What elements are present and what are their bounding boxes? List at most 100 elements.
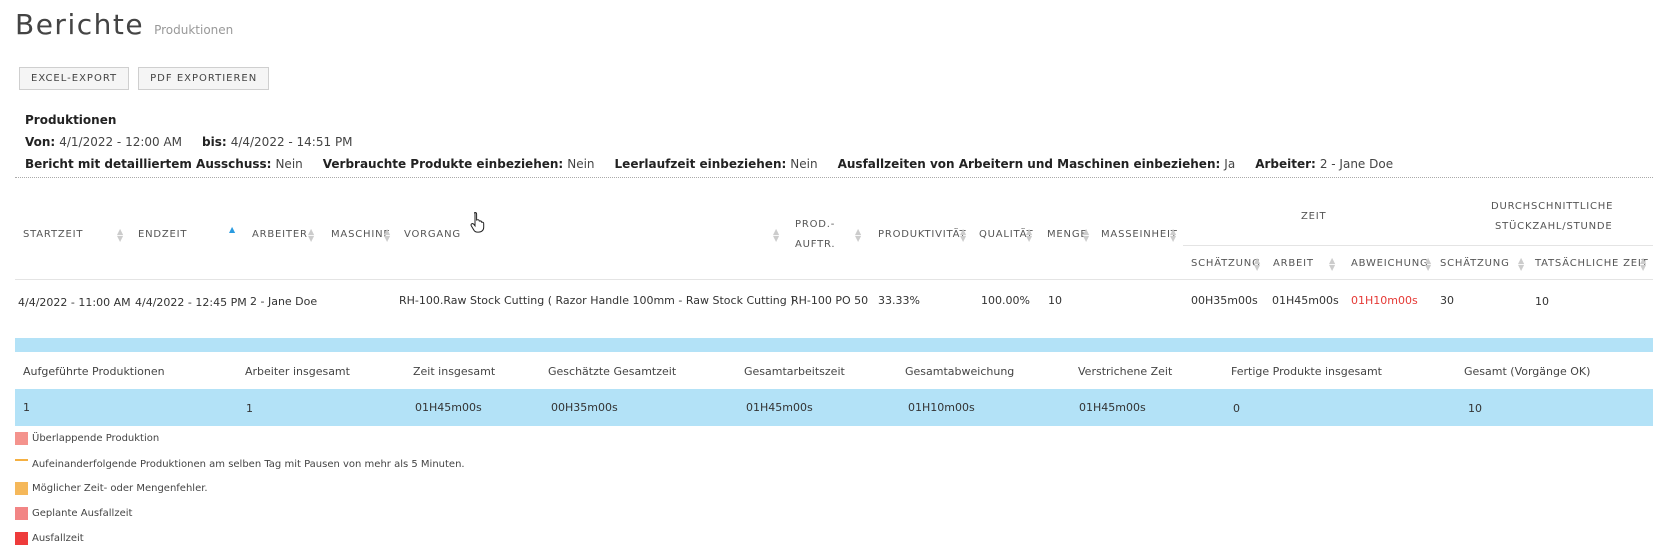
divider xyxy=(15,177,1653,178)
legend-item: Geplante Ausfallzeit xyxy=(15,507,132,520)
sort-icon[interactable]: ▲ ▼ xyxy=(117,228,123,243)
sort-icon[interactable]: ▲ ▼ xyxy=(855,228,861,243)
summary-finished-value: 0 xyxy=(1233,402,1240,415)
col-estimate[interactable]: SCHÄTZUNG xyxy=(1191,258,1261,269)
summary-total-time-label: Zeit insgesamt xyxy=(413,365,496,378)
sort-icon[interactable]: ▲ ▼ xyxy=(308,228,314,243)
page-header: Berichte Produktionen xyxy=(15,8,233,41)
summary-listed-value: 1 xyxy=(23,401,30,414)
legend-item: Überlappende Produktion xyxy=(15,432,159,445)
excel-export-button[interactable]: EXCEL-EXPORT xyxy=(19,67,130,90)
legend-swatch xyxy=(15,482,28,495)
col-worker[interactable]: ARBEITER xyxy=(252,229,308,240)
col-prod-order-line2[interactable]: AUFTR. xyxy=(795,239,835,250)
col-avg-estimate[interactable]: SCHÄTZUNG xyxy=(1440,258,1510,269)
detailed-scrap-value: Nein xyxy=(275,157,303,171)
legend-item: Ausfallzeit xyxy=(15,532,84,545)
sort-icon[interactable]: ▲ ▼ xyxy=(384,228,390,243)
legend-label: Überlappende Produktion xyxy=(32,433,160,444)
detailed-scrap-label: Bericht mit detailliertem Ausschuss: xyxy=(25,157,272,171)
downtime-value: Ja xyxy=(1224,157,1236,171)
cell-productivity: 33.33% xyxy=(878,294,920,307)
sort-icon[interactable]: ▲ ▼ xyxy=(1170,228,1176,243)
summary-finished-label: Fertige Produkte insgesamt xyxy=(1231,365,1382,378)
consumed-value: Nein xyxy=(567,157,595,171)
cell-prod-order: RH-100 PO 50 xyxy=(791,294,869,307)
col-start[interactable]: STARTZEIT xyxy=(23,229,83,240)
sort-icon[interactable]: ▲ ▼ xyxy=(1329,257,1335,272)
legend-swatch xyxy=(15,432,28,445)
sort-icon[interactable]: ▲ ▼ xyxy=(960,228,966,243)
from-value: 4/1/2022 - 12:00 AM xyxy=(59,135,183,149)
summary-est-total-value: 00H35m00s xyxy=(551,401,618,414)
worker-label: Arbeiter: xyxy=(1255,157,1316,171)
cell-operation: RH-100.Raw Stock Cutting ( Razor Handle … xyxy=(399,294,795,307)
toolbar: EXCEL-EXPORT PDF EXPORTIEREN xyxy=(19,67,278,90)
summary-listed-label: Aufgeführte Produktionen xyxy=(23,365,165,378)
sort-icon[interactable]: ▲ ▼ xyxy=(1026,228,1032,243)
sort-icon[interactable]: ▲ ▼ xyxy=(773,228,779,243)
idle-value: Nein xyxy=(790,157,818,171)
col-avg-actual[interactable]: TATSÄCHLICHE ZEIT xyxy=(1535,258,1649,269)
page-title: Berichte xyxy=(15,8,145,41)
col-end[interactable]: ENDZEIT xyxy=(138,229,187,240)
legend-item: Möglicher Zeit- oder Mengenfehler. xyxy=(15,482,208,495)
legend-swatch xyxy=(15,507,28,520)
col-work[interactable]: ARBEIT xyxy=(1273,258,1314,269)
summary-workers-value: 1 xyxy=(246,402,253,415)
legend-swatch xyxy=(15,532,28,545)
group-divider xyxy=(1183,245,1653,246)
summary-total-time-value: 01H45m00s xyxy=(415,401,482,414)
col-machine[interactable]: MASCHINE xyxy=(331,229,390,240)
summary-workers-label: Arbeiter insgesamt xyxy=(245,365,350,378)
summary-dev-total-value: 01H10m00s xyxy=(908,401,975,414)
cell-avg-actual: 10 xyxy=(1535,295,1549,308)
to-value: 4/4/2022 - 14:51 PM xyxy=(230,135,353,149)
legend-label: Möglicher Zeit- oder Mengenfehler. xyxy=(32,483,208,494)
cell-avg-estimate: 30 xyxy=(1440,294,1454,307)
group-time: ZEIT xyxy=(1301,211,1327,222)
sort-asc-icon[interactable]: ▲ xyxy=(229,226,235,234)
legend-line-swatch xyxy=(15,458,28,461)
col-prod-order-line1[interactable]: PROD.- xyxy=(795,219,835,230)
summary-est-total-label: Geschätzte Gesamtzeit xyxy=(548,365,677,378)
sort-icon[interactable]: ▲ ▼ xyxy=(1083,228,1089,243)
sort-icon[interactable]: ▲ ▼ xyxy=(1254,257,1260,272)
to-label: bis: xyxy=(202,135,227,149)
downtime-label: Ausfallzeiten von Arbeitern und Maschine… xyxy=(837,157,1221,171)
legend-label: Aufeinanderfolgende Produktionen am selb… xyxy=(32,459,465,470)
col-unit[interactable]: MASSEINHEIT xyxy=(1101,229,1178,240)
page-subtitle: Produktionen xyxy=(154,23,234,37)
cell-end: 4/4/2022 - 12:45 PM xyxy=(135,296,247,309)
summary-work-total-label: Gesamtarbeitszeit xyxy=(744,365,845,378)
col-productivity[interactable]: PRODUKTIVITÄT xyxy=(878,229,966,240)
section-title: Produktionen xyxy=(25,113,117,127)
summary-elapsed-value: 01H45m00s xyxy=(1079,401,1146,414)
summary-total-ok-label: Gesamt (Vorgänge OK) xyxy=(1464,365,1591,378)
cell-work: 01H45m00s xyxy=(1272,294,1339,307)
sort-icon[interactable]: ▲ ▼ xyxy=(1425,257,1431,272)
cell-quality: 100.00% xyxy=(981,294,1030,307)
legend-item: Aufeinanderfolgende Produktionen am selb… xyxy=(15,458,465,470)
sort-icon[interactable]: ▲ ▼ xyxy=(1518,257,1524,272)
consumed-label: Verbrauchte Produkte einbeziehen: xyxy=(322,157,564,171)
sort-icon[interactable]: ▲ ▼ xyxy=(1640,257,1646,272)
cell-estimate: 00H35m00s xyxy=(1191,294,1258,307)
summary-work-total-value: 01H45m00s xyxy=(746,401,813,414)
summary-row xyxy=(15,389,1653,426)
col-quantity[interactable]: MENGE xyxy=(1047,229,1088,240)
cell-quantity: 10 xyxy=(1048,294,1062,307)
pdf-export-button[interactable]: PDF EXPORTIEREN xyxy=(138,67,270,90)
from-label: Von: xyxy=(25,135,56,149)
worker-value: 2 - Jane Doe xyxy=(1319,157,1394,171)
group-avg-line1: DURCHSCHNITTLICHE xyxy=(1491,201,1614,212)
summary-band xyxy=(15,338,1653,352)
cell-start: 4/4/2022 - 11:00 AM xyxy=(18,296,131,309)
col-operation[interactable]: VORGANG xyxy=(404,229,461,240)
legend-label: Ausfallzeit xyxy=(32,533,84,544)
summary-total-ok-value: 10 xyxy=(1468,402,1482,415)
cell-worker: 2 - Jane Doe xyxy=(250,295,318,308)
col-deviation[interactable]: ABWEICHUNG xyxy=(1351,258,1429,269)
report-parameters: Produktionen Von: 4/1/2022 - 12:00 AM bi… xyxy=(25,109,1393,175)
legend-label: Geplante Ausfallzeit xyxy=(32,508,133,519)
